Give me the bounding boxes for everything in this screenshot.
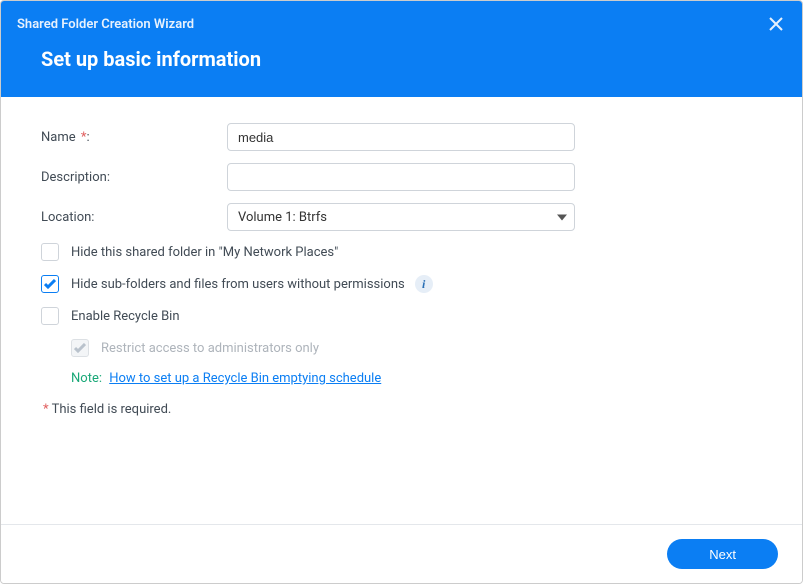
location-select[interactable]: Volume 1: Btrfs [227,203,575,231]
label-colon: : [86,130,89,145]
label-name: Name *: [41,130,227,145]
label-description: Description: [41,170,227,185]
note-row: Note: How to set up a Recycle Bin emptyi… [71,371,762,386]
note-label: Note: [71,371,102,386]
label-hide-subfolders: Hide sub-folders and files from users wi… [71,277,405,292]
label-name-text: Name [41,130,76,145]
row-location: Location: Volume 1: Btrfs [41,203,762,231]
row-hide-network: Hide this shared folder in "My Network P… [41,243,762,261]
description-input[interactable] [227,163,575,191]
checkbox-hide-network[interactable] [41,243,59,261]
checkbox-hide-subfolders[interactable] [41,275,59,293]
check-icon [44,279,56,289]
next-button[interactable]: Next [667,539,778,569]
titlebar: Shared Folder Creation Wizard [1,1,802,37]
page-subtitle: Set up basic information [1,37,802,97]
required-notice: * This field is required. [41,402,762,417]
row-description: Description: [41,163,762,191]
info-icon[interactable]: i [415,275,433,293]
label-enable-recycle: Enable Recycle Bin [71,309,180,324]
dialog-header: Shared Folder Creation Wizard Set up bas… [1,1,802,97]
required-notice-text: This field is required. [49,402,172,417]
check-icon [74,343,86,353]
row-restrict-admin: Restrict access to administrators only [71,339,762,357]
label-location: Location: [41,210,227,225]
row-enable-recycle: Enable Recycle Bin [41,307,762,325]
row-name: Name *: [41,123,762,151]
wizard-dialog: Shared Folder Creation Wizard Set up bas… [0,0,803,584]
note-link[interactable]: How to set up a Recycle Bin emptying sch… [109,371,381,386]
name-input[interactable] [227,123,575,151]
dialog-footer: Next [1,524,802,583]
window-title: Shared Folder Creation Wizard [17,17,194,32]
location-select-value: Volume 1: Btrfs [227,203,575,231]
label-hide-network: Hide this shared folder in "My Network P… [71,245,338,260]
row-hide-subfolders: Hide sub-folders and files from users wi… [41,275,762,293]
checkbox-enable-recycle[interactable] [41,307,59,325]
checkbox-restrict-admin [71,339,89,357]
close-button[interactable] [766,14,786,34]
close-icon [769,17,783,31]
label-restrict-admin: Restrict access to administrators only [101,341,319,356]
dialog-body: Name *: Description: Location: Volume 1:… [1,97,802,524]
